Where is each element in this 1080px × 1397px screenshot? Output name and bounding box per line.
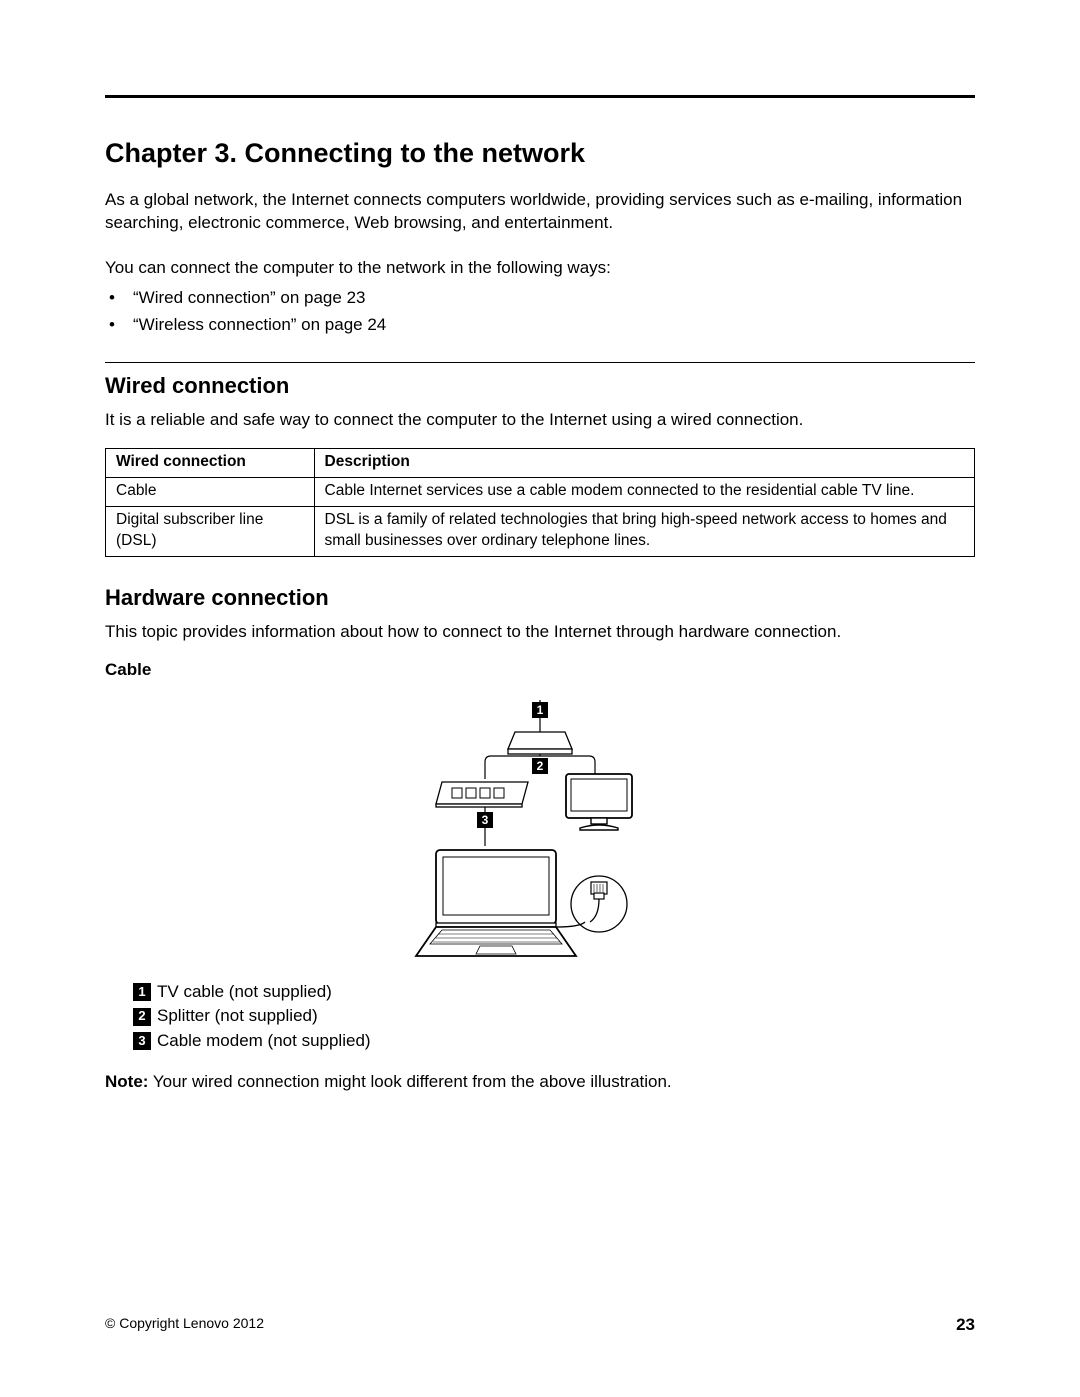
td: Digital subscriber line (DSL) xyxy=(106,506,315,556)
td: Cable xyxy=(106,478,315,507)
badge-3: 3 xyxy=(477,812,493,828)
table-row: Digital subscriber line (DSL) DSL is a f… xyxy=(106,506,975,556)
laptop-icon xyxy=(416,850,576,956)
legend-badge: 3 xyxy=(133,1032,151,1050)
hardware-connection-heading: Hardware connection xyxy=(105,585,975,611)
legend-item: 1 TV cable (not supplied) xyxy=(133,980,975,1005)
wired-body: It is a reliable and safe way to connect… xyxy=(105,409,975,432)
top-rule xyxy=(105,95,975,98)
legend-badge: 1 xyxy=(133,983,151,1001)
td: DSL is a family of related technologies … xyxy=(314,506,974,556)
note: Note: Your wired connection might look d… xyxy=(105,1072,975,1092)
intro-paragraph: As a global network, the Internet connec… xyxy=(105,189,975,235)
wired-table: Wired connection Description Cable Cable… xyxy=(105,448,975,557)
badge-1: 1 xyxy=(532,702,548,718)
wired-connection-heading: Wired connection xyxy=(105,373,975,399)
table-header-row: Wired connection Description xyxy=(106,449,975,478)
copyright: © Copyright Lenovo 2012 xyxy=(105,1315,264,1335)
rj45-detail-icon xyxy=(556,876,627,932)
svg-text:3: 3 xyxy=(482,813,489,827)
chapter-title: Chapter 3. Connecting to the network xyxy=(105,138,975,169)
legend-badge: 2 xyxy=(133,1008,151,1026)
list-item: “Wired connection” on page 23 xyxy=(105,284,975,311)
legend-text: Splitter (not supplied) xyxy=(157,1004,318,1029)
modem-icon xyxy=(436,782,528,807)
legend-item: 2 Splitter (not supplied) xyxy=(133,1004,975,1029)
th-description: Description xyxy=(314,449,974,478)
hw-body: This topic provides information about ho… xyxy=(105,621,975,644)
splitter-icon xyxy=(508,732,572,754)
ways-list: “Wired connection” on page 23 “Wireless … xyxy=(105,284,975,338)
cable-diagram-svg: 1 2 3 xyxy=(380,694,700,962)
page-number: 23 xyxy=(956,1315,975,1335)
note-label: Note: xyxy=(105,1072,148,1091)
svg-text:2: 2 xyxy=(537,759,544,773)
diagram-legend: 1 TV cable (not supplied) 2 Splitter (no… xyxy=(133,980,975,1054)
legend-item: 3 Cable modem (not supplied) xyxy=(133,1029,975,1054)
page-footer: © Copyright Lenovo 2012 23 xyxy=(105,1315,975,1335)
section-rule xyxy=(105,362,975,363)
cable-subheading: Cable xyxy=(105,660,975,680)
legend-text: TV cable (not supplied) xyxy=(157,980,332,1005)
th-connection: Wired connection xyxy=(106,449,315,478)
svg-text:1: 1 xyxy=(537,703,544,717)
note-text: Your wired connection might look differe… xyxy=(148,1072,671,1091)
legend-text: Cable modem (not supplied) xyxy=(157,1029,371,1054)
page-content: Chapter 3. Connecting to the network As … xyxy=(0,0,1080,1092)
diagram: 1 2 3 xyxy=(105,694,975,962)
list-item: “Wireless connection” on page 24 xyxy=(105,311,975,338)
ways-intro: You can connect the computer to the netw… xyxy=(105,257,975,280)
table-row: Cable Cable Internet services use a cabl… xyxy=(106,478,975,507)
monitor-icon xyxy=(566,774,632,830)
badge-2: 2 xyxy=(532,758,548,774)
td: Cable Internet services use a cable mode… xyxy=(314,478,974,507)
